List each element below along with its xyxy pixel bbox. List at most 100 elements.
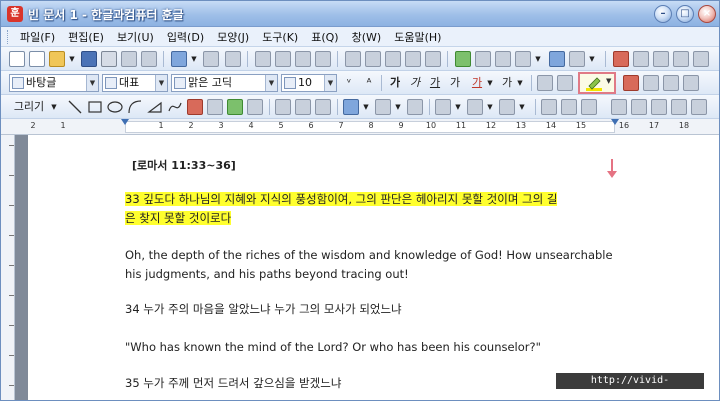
verse-33-english[interactable]: Oh, the depth of the riches of the wisdo… [125, 246, 625, 284]
ellipse-tool-icon[interactable] [107, 99, 123, 115]
new-document-icon[interactable] [9, 51, 25, 67]
lock-icon[interactable] [691, 99, 707, 115]
highlighter-dropdown-icon[interactable]: ▼ [606, 77, 611, 85]
wrap-icon[interactable] [651, 99, 667, 115]
find-binoculars-icon[interactable] [225, 51, 241, 67]
passage-heading[interactable]: [로마서 11:33~36] [132, 157, 236, 173]
draw-menu-label[interactable]: 그리기 [11, 99, 47, 115]
close-button[interactable]: × [698, 5, 716, 23]
highlighter-button[interactable]: ▼ [578, 72, 616, 94]
font-color-icon[interactable]: 가 [469, 75, 485, 91]
fill-color-icon[interactable] [375, 99, 391, 115]
table-dropdown-icon[interactable]: ▼ [533, 51, 543, 67]
undo-dropdown-icon[interactable]: ▼ [189, 51, 199, 67]
underline-icon[interactable]: 가 [427, 75, 443, 91]
font-size-select[interactable]: 10 ▼ [281, 74, 337, 92]
rotate-icon[interactable] [581, 99, 597, 115]
distribute-icon[interactable] [631, 99, 647, 115]
group-object-icon[interactable] [295, 99, 311, 115]
verse-35-korean[interactable]: 35 누가 주께 먼저 드려서 갚으심을 받겠느냐 [125, 374, 625, 393]
page-setup-icon[interactable] [365, 51, 381, 67]
zoom-icon[interactable] [653, 51, 669, 67]
redo-icon[interactable] [203, 51, 219, 67]
open-dropdown-icon[interactable]: ▼ [67, 51, 77, 67]
menu-table[interactable]: 표(Q) [305, 29, 345, 45]
document-info-icon[interactable] [141, 51, 157, 67]
arc-tool-icon[interactable] [127, 99, 143, 115]
shape-icon[interactable] [385, 51, 401, 67]
align-center-icon[interactable] [663, 75, 679, 91]
align-left-icon[interactable] [643, 75, 659, 91]
chevron-down-icon[interactable]: ▼ [265, 75, 277, 91]
line-tool-icon[interactable] [67, 99, 83, 115]
bold-icon[interactable]: 가 [387, 75, 403, 91]
arrow-style-dropdown-icon[interactable]: ▼ [517, 99, 527, 115]
arrow-style-icon[interactable] [499, 99, 515, 115]
spacing-wide-icon[interactable] [557, 75, 573, 91]
anchor-icon[interactable] [671, 99, 687, 115]
print-icon[interactable] [101, 51, 117, 67]
hanja-dropdown-icon[interactable]: ▼ [587, 51, 597, 67]
insert-textbox-icon[interactable] [495, 51, 511, 67]
select-object-icon[interactable] [275, 99, 291, 115]
font-size-increase-icon[interactable]: ᴬ [361, 75, 377, 91]
insert-chart-icon[interactable] [475, 51, 491, 67]
order-icon[interactable] [541, 99, 557, 115]
menu-window[interactable]: 창(W) [346, 29, 389, 45]
picture-tool-icon[interactable] [227, 99, 243, 115]
insert-table-icon[interactable] [515, 51, 531, 67]
new-template-icon[interactable] [29, 51, 45, 67]
hanja-icon[interactable] [569, 51, 585, 67]
vertical-ruler[interactable] [1, 135, 15, 400]
app-icon[interactable]: 훈 [7, 6, 23, 22]
connector-tool-icon[interactable] [207, 99, 223, 115]
textbox-tool-icon[interactable] [247, 99, 263, 115]
language-select[interactable]: 대표 ▼ [102, 74, 168, 92]
footnote-icon[interactable] [425, 51, 441, 67]
menu-insert[interactable]: 입력(D) [161, 29, 211, 45]
line-weight-dropdown-icon[interactable]: ▼ [485, 99, 495, 115]
fill-color-dropdown-icon[interactable]: ▼ [393, 99, 403, 115]
line-style-icon[interactable] [435, 99, 451, 115]
font-select[interactable]: 맑은 고딕 ▼ [171, 74, 278, 92]
style-select[interactable]: 바탕글 ▼ [9, 74, 99, 92]
menu-format[interactable]: 모양(J) [211, 29, 256, 45]
font-size-decrease-icon[interactable]: ᵛ [341, 75, 357, 91]
menu-tools[interactable]: 도구(K) [256, 29, 305, 45]
left-indent-marker[interactable] [121, 119, 129, 125]
menu-grip[interactable] [7, 29, 10, 44]
menu-view[interactable]: 보기(U) [111, 29, 161, 45]
pencil-tool-icon[interactable] [187, 99, 203, 115]
rectangle-tool-icon[interactable] [87, 99, 103, 115]
minimize-button[interactable]: – [654, 5, 672, 23]
font-color-dropdown-icon[interactable]: ▼ [485, 75, 495, 91]
horizontal-ruler[interactable]: 2 1 1 2 3 4 5 6 7 8 9 10 11 12 13 14 15 … [1, 119, 719, 135]
align-objects-icon[interactable] [561, 99, 577, 115]
menu-file[interactable]: 파일(F) [14, 29, 62, 45]
menu-help[interactable]: 도움말(H) [388, 29, 448, 45]
line-style-dropdown-icon[interactable]: ▼ [453, 99, 463, 115]
columns-icon[interactable] [345, 51, 361, 67]
outline-icon[interactable]: 가 [447, 75, 463, 91]
layout-icon[interactable] [673, 51, 689, 67]
save-icon[interactable] [81, 51, 97, 67]
chevron-down-icon[interactable]: ▼ [324, 75, 336, 91]
paste-icon[interactable] [295, 51, 311, 67]
justify-red-icon[interactable] [623, 75, 639, 91]
char-shape-icon[interactable]: 가 [499, 75, 515, 91]
line-color-icon[interactable] [343, 99, 359, 115]
object-props-icon[interactable] [315, 99, 331, 115]
char-shape-dropdown-icon[interactable]: ▼ [515, 75, 525, 91]
polygon-tool-icon[interactable] [147, 99, 163, 115]
draw-dropdown-icon[interactable]: ▼ [49, 99, 59, 115]
flip-icon[interactable] [611, 99, 627, 115]
header-icon[interactable] [405, 51, 421, 67]
verse-34-korean[interactable]: 34 누가 주의 마음을 알았느냐 누가 그의 모사가 되었느냐 [125, 300, 625, 319]
insert-image-icon[interactable] [455, 51, 471, 67]
maximize-button[interactable]: □ [676, 5, 694, 23]
italic-icon[interactable]: 가 [407, 75, 423, 91]
open-folder-icon[interactable] [49, 51, 65, 67]
options-icon[interactable] [693, 51, 709, 67]
cut-icon[interactable] [255, 51, 271, 67]
chevron-down-icon[interactable]: ▼ [86, 75, 98, 91]
